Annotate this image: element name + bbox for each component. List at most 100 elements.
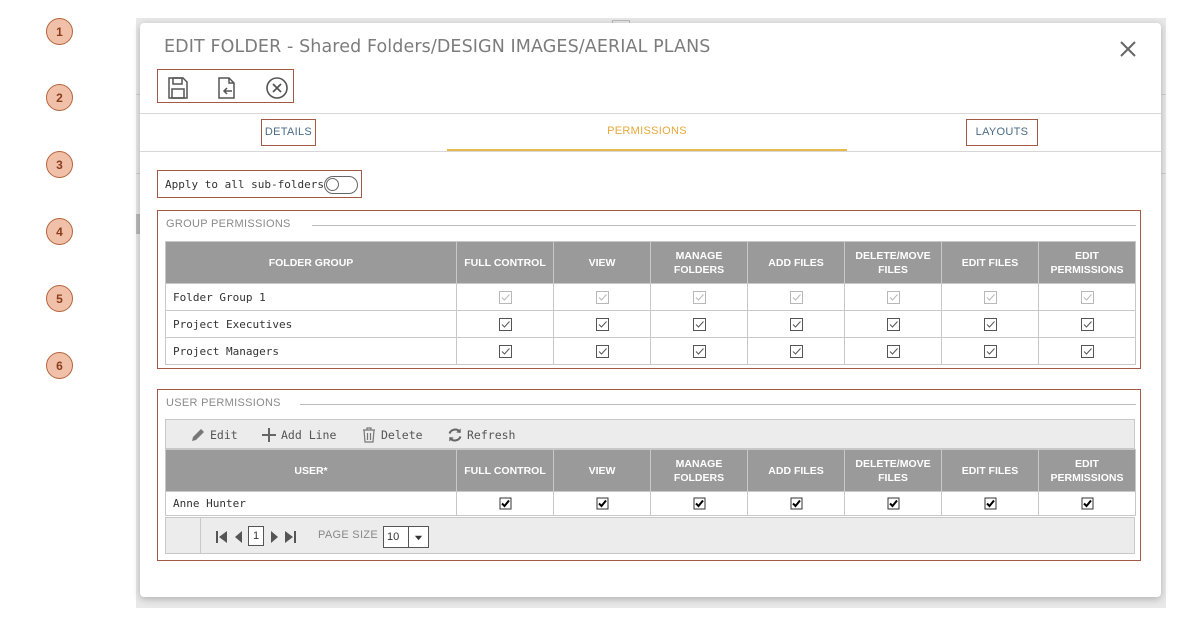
modal-title: EDIT FOLDER - Shared Folders/DESIGN IMAG… [164, 37, 711, 57]
callout-3: 3 [46, 151, 73, 178]
callout-5: 5 [46, 285, 73, 312]
permission-checkbox[interactable] [1038, 337, 1136, 365]
group-column-header: ADD FILES [747, 241, 845, 284]
permission-checkbox[interactable] [844, 310, 942, 338]
group-column-header: EDIT FILES [941, 241, 1039, 284]
table-row: Project Managers [165, 337, 1136, 365]
legend-rule [312, 225, 1136, 226]
group-column-header: MANAGE FOLDERS [650, 241, 748, 284]
permission-checkbox[interactable] [553, 310, 651, 338]
user-column-header: ADD FILES [747, 449, 845, 492]
permission-checkbox [650, 283, 748, 311]
permission-checkbox [1038, 283, 1136, 311]
group-column-header: DELETE/MOVE FILES [844, 241, 942, 284]
apply-to-subfolders-toggle[interactable] [324, 176, 358, 194]
permission-checkbox[interactable] [747, 337, 845, 365]
tab-layouts[interactable]: LAYOUTS [966, 119, 1038, 146]
tab-permissions[interactable]: PERMISSIONS [447, 119, 847, 151]
permission-checkbox[interactable] [844, 491, 942, 516]
permission-checkbox[interactable] [553, 337, 651, 365]
permission-checkbox[interactable] [1038, 491, 1136, 516]
tab-details[interactable]: DETAILS [261, 119, 316, 146]
permission-checkbox[interactable] [1038, 310, 1136, 338]
callout-2: 2 [46, 84, 73, 111]
add-line-label: Add Line [281, 428, 337, 442]
user-grid-toolbar: Edit Add Line Delete Refresh [165, 419, 1135, 449]
refresh-button[interactable]: Refresh [447, 427, 515, 443]
user-column-header: DELETE/MOVE FILES [844, 449, 942, 492]
page-size-select[interactable]: 10 [383, 526, 429, 548]
callout-4: 4 [46, 218, 73, 245]
user-column-header: VIEW [553, 449, 651, 492]
permission-checkbox[interactable] [456, 491, 554, 516]
current-page[interactable]: 1 [248, 526, 264, 546]
group-column-header: VIEW [553, 241, 651, 284]
plus-icon [262, 428, 276, 442]
pager-divider [200, 518, 201, 553]
add-line-button[interactable]: Add Line [261, 427, 336, 443]
permission-checkbox[interactable] [747, 310, 845, 338]
save-and-close-icon[interactable] [215, 76, 239, 100]
permission-checkbox [456, 283, 554, 311]
folder-group-name: Folder Group 1 [165, 283, 457, 311]
permission-checkbox[interactable] [456, 337, 554, 365]
folder-group-name: Project Managers [165, 337, 457, 365]
permission-checkbox[interactable] [553, 491, 651, 516]
pager: 1 PAGE SIZE 10 [165, 517, 1135, 554]
last-page-icon[interactable] [283, 529, 297, 543]
page-size-label: PAGE SIZE [318, 529, 378, 541]
edit-folder-modal: EDIT FOLDER - Shared Folders/DESIGN IMAG… [140, 23, 1161, 597]
group-permissions-table: FOLDER GROUP FULL CONTROL VIEW MANAGE FOLDE… [165, 241, 1136, 365]
user-column-header: FULL CONTROL [456, 449, 554, 492]
user-permissions-table: USER* FULL CONTROL VIEW MANAGE FOLDERS ADD F… [165, 449, 1136, 516]
permission-checkbox [747, 283, 845, 311]
group-permissions-section: GROUP PERMISSIONS FOLDER GROUP FULL CONTR… [157, 210, 1141, 369]
cancel-icon[interactable] [265, 76, 289, 100]
user-permissions-legend: USER PERMISSIONS [166, 397, 281, 409]
refresh-label: Refresh [467, 428, 516, 442]
permission-checkbox[interactable] [650, 491, 748, 516]
callout-6: 6 [46, 352, 73, 379]
apply-to-subfolders-label: Apply to all sub-folders [165, 178, 324, 191]
callout-1: 1 [46, 18, 73, 45]
header-divider [140, 113, 1161, 114]
delete-label: Delete [381, 428, 423, 442]
edit-button[interactable]: Edit [190, 427, 238, 443]
permission-checkbox[interactable] [650, 310, 748, 338]
permission-checkbox [941, 283, 1039, 311]
folder-group-name: Project Executives [165, 310, 457, 338]
permission-checkbox[interactable] [747, 491, 845, 516]
user-name: Anne Hunter [165, 491, 457, 516]
toggle-knob [326, 178, 339, 191]
first-page-icon[interactable] [215, 529, 229, 543]
modal-toolbar [157, 69, 294, 103]
next-page-icon[interactable] [267, 529, 281, 543]
permission-checkbox[interactable] [844, 337, 942, 365]
apply-to-subfolders-row: Apply to all sub-folders [157, 170, 362, 198]
user-column-header: EDIT FILES [941, 449, 1039, 492]
delete-button[interactable]: Delete [361, 427, 423, 443]
user-column-header: USER* [165, 449, 457, 492]
group-column-header: FULL CONTROL [456, 241, 554, 284]
tabs-divider [140, 151, 1161, 152]
page-size-value: 10 [387, 531, 400, 543]
refresh-icon [448, 428, 462, 442]
chevron-down-icon[interactable] [408, 527, 428, 547]
permission-checkbox[interactable] [941, 310, 1039, 338]
permission-checkbox [553, 283, 651, 311]
permission-checkbox[interactable] [941, 491, 1039, 516]
save-icon[interactable] [166, 76, 190, 100]
group-column-header: EDIT PERMISSIONS [1038, 241, 1136, 284]
group-column-header: FOLDER GROUP [165, 241, 457, 284]
close-icon[interactable] [1118, 39, 1138, 59]
user-permissions-section: USER PERMISSIONS Edit Add Line Delete Re… [157, 389, 1141, 561]
legend-rule [300, 404, 1136, 405]
table-row: Project Executives [165, 310, 1136, 338]
previous-page-icon[interactable] [232, 529, 246, 543]
table-row: Folder Group 1 [165, 283, 1136, 311]
permission-checkbox[interactable] [650, 337, 748, 365]
table-row[interactable]: Anne Hunter [165, 491, 1136, 516]
permission-checkbox[interactable] [941, 337, 1039, 365]
permission-checkbox[interactable] [456, 310, 554, 338]
pencil-icon [192, 429, 204, 441]
